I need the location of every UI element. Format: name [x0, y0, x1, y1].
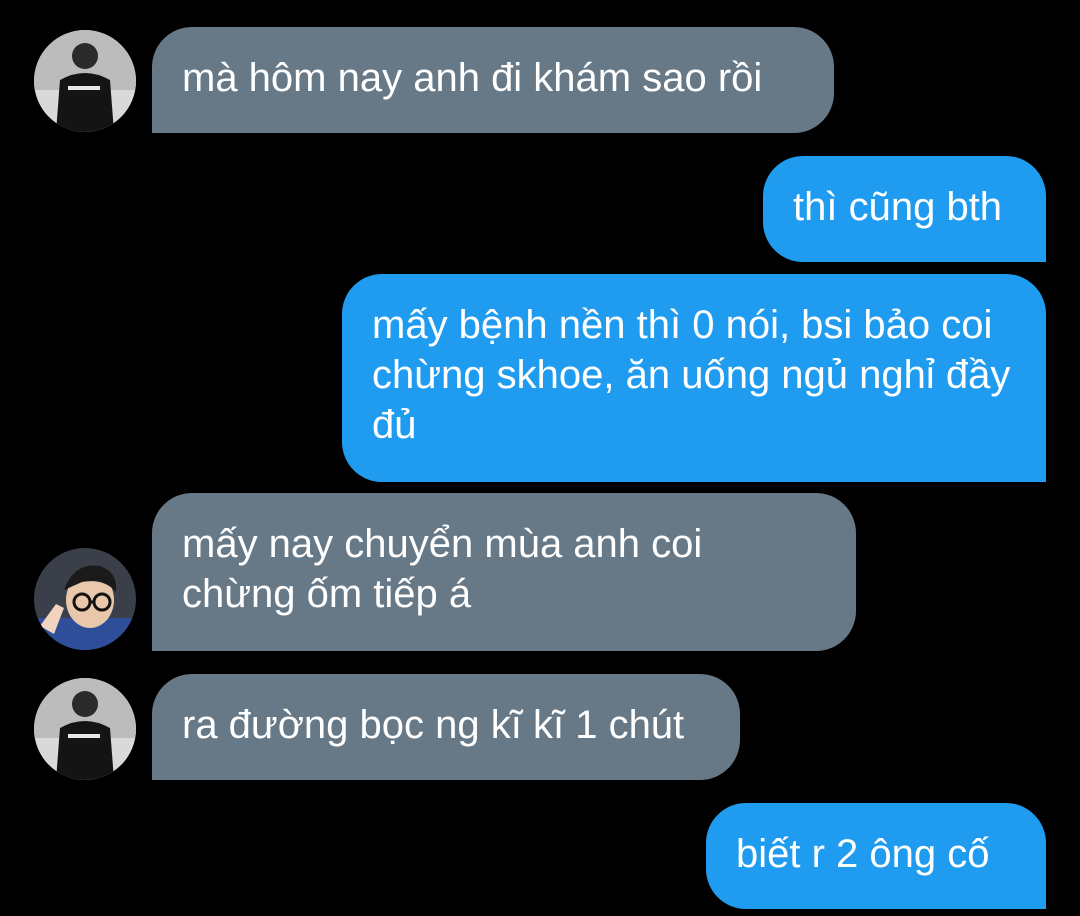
message-text: biết r 2 ông cố — [736, 832, 990, 876]
message-bubble-outgoing[interactable]: thì cũng bth — [763, 156, 1046, 262]
contact-avatar[interactable] — [34, 678, 136, 780]
chat-thread: mà hôm nay anh đi khám sao rồi thì cũng … — [0, 0, 1080, 916]
message-bubble-outgoing[interactable]: biết r 2 ông cố — [706, 803, 1046, 909]
message-bubble-incoming[interactable]: mấy nay chuyển mùa anh coi chừng ốm tiếp… — [152, 493, 856, 651]
person-black-shirt-icon — [34, 30, 136, 132]
message-text: mấy nay chuyển mùa anh coi chừng ốm tiếp… — [182, 522, 703, 616]
person-black-shirt-icon — [34, 678, 136, 780]
message-text: mấy bệnh nền thì 0 nói, bsi bảo coi chừn… — [372, 303, 1011, 447]
message-text: ra đường bọc ng kĩ kĩ 1 chút — [182, 703, 685, 747]
message-text: thì cũng bth — [793, 185, 1003, 229]
message-bubble-incoming[interactable]: mà hôm nay anh đi khám sao rồi — [152, 27, 834, 133]
contact-avatar[interactable] — [34, 30, 136, 132]
message-bubble-outgoing[interactable]: mấy bệnh nền thì 0 nói, bsi bảo coi chừn… — [342, 274, 1046, 482]
message-bubble-incoming[interactable]: ra đường bọc ng kĩ kĩ 1 chút — [152, 674, 740, 780]
message-text: mà hôm nay anh đi khám sao rồi — [182, 56, 763, 100]
person-glasses-icon — [34, 548, 136, 650]
contact-avatar[interactable] — [34, 548, 136, 650]
